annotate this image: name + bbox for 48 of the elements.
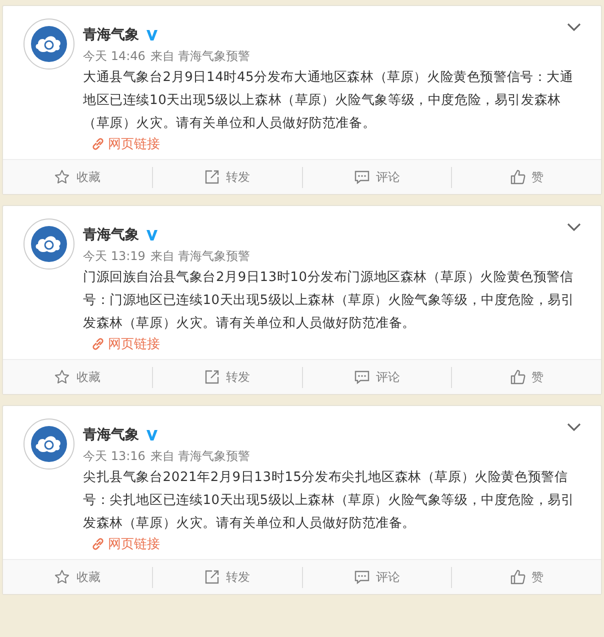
comment-button[interactable]: 评论 — [350, 566, 404, 588]
star-icon — [54, 569, 70, 585]
chevron-down-icon[interactable] — [567, 22, 581, 32]
chevron-down-icon[interactable] — [567, 222, 581, 232]
thumbs-up-icon — [510, 169, 526, 185]
post-source: 来自 青海气象预警 — [150, 448, 250, 465]
post-time[interactable]: 今天 13:19 — [83, 248, 146, 265]
favorite-button[interactable]: 收藏 — [50, 166, 104, 188]
repost-button[interactable]: 转发 — [200, 166, 254, 188]
post-time[interactable]: 今天 13:16 — [83, 448, 146, 465]
logo-icon[interactable] — [23, 18, 75, 70]
like-button[interactable]: 赞 — [506, 566, 548, 588]
author-name[interactable]: 青海气象 — [83, 26, 139, 44]
like-button[interactable]: 赞 — [506, 166, 548, 188]
favorite-button[interactable]: 收藏 — [50, 566, 104, 588]
web-link[interactable]: 网页链接 — [91, 535, 160, 553]
thumbs-up-icon — [510, 569, 526, 585]
post-text: 大通县气象台2月9日14时45分发布大通地区森林（草原）火险黄色预警信号：大通地区已连续10天出现5级以上森林（草原）火险气象等级，中度危险，易引发森林（草原）火灾。请有关单位和人员做好防范准备。 — [83, 69, 574, 133]
repost-button[interactable]: 转发 — [200, 566, 254, 588]
link-icon — [91, 537, 105, 551]
web-link[interactable]: 网页链接 — [91, 335, 160, 353]
post-source: 来自 青海气象预警 — [150, 48, 250, 65]
comment-icon — [354, 569, 370, 585]
link-icon — [91, 337, 105, 351]
comment-button[interactable]: 评论 — [350, 366, 404, 388]
star-icon — [54, 369, 70, 385]
thumbs-up-icon — [510, 369, 526, 385]
post-source: 来自 青海气象预警 — [150, 248, 250, 265]
repost-button[interactable]: 转发 — [200, 366, 254, 388]
web-link[interactable]: 网页链接 — [91, 135, 160, 153]
share-icon — [204, 369, 220, 385]
like-button[interactable]: 赞 — [506, 366, 548, 388]
favorite-button[interactable]: 收藏 — [50, 366, 104, 388]
link-icon — [91, 137, 105, 151]
comment-button[interactable]: 评论 — [350, 166, 404, 188]
star-icon — [54, 169, 70, 185]
logo-icon[interactable] — [23, 218, 75, 270]
comment-icon — [354, 369, 370, 385]
post-text: 门源回族自治县气象台2月9日13时10分发布门源地区森林（草原）火险黄色预警信号：门源地区已连续10天出现5级以上森林（草原）火险气象等级，中度危险，易引发森林（草原）火灾。请有关单位和人员做好防范准备。 — [83, 269, 575, 333]
author-name[interactable]: 青海气象 — [83, 426, 139, 444]
chevron-down-icon[interactable] — [567, 422, 581, 432]
author-name[interactable]: 青海气象 — [83, 226, 139, 244]
post-time[interactable]: 今天 14:46 — [83, 48, 146, 65]
logo-icon[interactable] — [23, 418, 75, 470]
share-icon — [204, 569, 220, 585]
post-text: 尖扎县气象台2021年2月9日13时15分发布尖扎地区森林（草原）火险黄色预警信号：尖扎地区已连续10天出现5级以上森林（草原）火险气象等级，中度危险，易引发森林（草原）火灾。请有关单位和人员做好防范准备。 — [83, 469, 575, 533]
share-icon — [204, 169, 220, 185]
comment-icon — [354, 169, 370, 185]
